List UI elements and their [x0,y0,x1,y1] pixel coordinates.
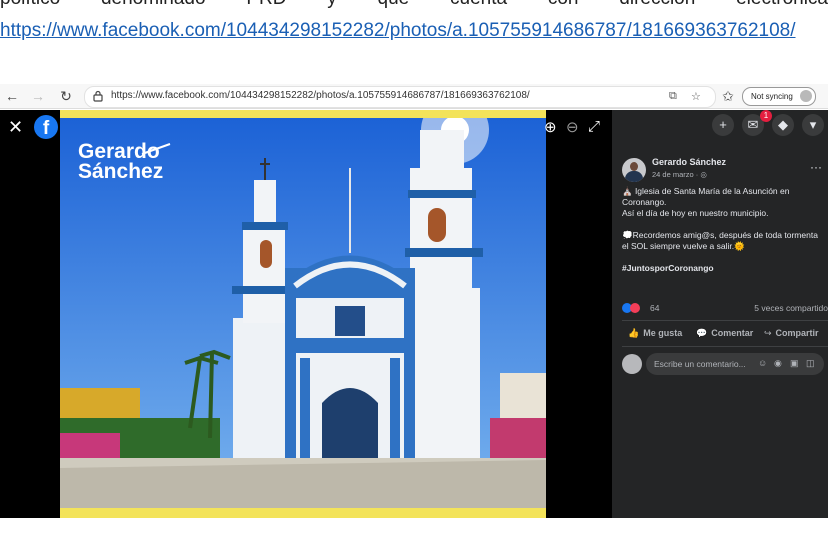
divider [622,346,828,347]
facebook-photo-link[interactable]: https://www.facebook.com/104434298152282… [0,20,796,42]
gif-icon[interactable]: ▣ [790,358,799,369]
doc-word: electrónica [736,0,828,8]
forward-arrow-icon[interactable]: → [30,88,46,104]
post-line: ⛪ Iglesia de Santa María de la Asunción … [622,186,790,207]
church-illustration: Gerardo Sánchez [60,118,546,508]
comment-input[interactable] [654,356,754,371]
fullscreen-icon[interactable]: ⤢ [588,118,600,135]
comment-button[interactable]: 💬 Comentar [696,328,753,339]
reactions-bar: 64 5 veces compartido [622,302,828,316]
create-plus-icon[interactable]: + [712,114,734,136]
photo-viewer: ✕ f Gerardo Sánchez ⊕ ⊖ ⤢ [0,110,612,518]
speech-bubble-icon: 💬 [696,328,708,338]
post-date[interactable]: 24 de marzo · ◎ [652,170,707,179]
doc-word: denominado [101,0,206,8]
messenger-badge: 1 [760,110,772,122]
notifications-bell-icon[interactable]: ◆ [772,114,794,136]
divider [622,320,828,321]
hashtag-link[interactable]: #JuntosporCoronango [622,263,822,274]
profile-avatar-icon [800,90,812,102]
reload-icon[interactable]: ↻ [58,88,74,104]
doc-word: con [548,0,579,8]
zoom-in-icon[interactable]: ⊕ [544,118,557,136]
account-menu-chevron-icon[interactable]: ▾ [802,114,824,136]
share-arrow-icon: ↪ [764,328,772,338]
zoom-out-icon[interactable]: ⊖ [566,118,579,136]
back-arrow-icon[interactable]: ← [4,88,20,104]
sync-label: Not syncing [751,92,793,101]
document-text-line: político denominado PRD y que cuenta con… [0,0,828,8]
favorite-star-icon[interactable]: ☆ [691,90,701,103]
photo-overlay-line2: Sánchez [78,160,163,183]
lock-icon [93,90,103,102]
post-side-panel: + ✉ 1 ◆ ▾ Gerardo Sánchez 24 de marzo · … [612,110,828,518]
doc-word: dirección [619,0,695,8]
url-text[interactable]: https://www.facebook.com/104434298152282… [111,90,530,101]
share-count[interactable]: 5 veces compartido [754,303,828,313]
comment-box[interactable]: ☺ ◉ ▣ ◫ [646,353,824,375]
browser-toolbar: ← → ↻ https://www.facebook.com/104434298… [0,84,828,109]
doc-word: que [378,0,410,8]
post-author-name[interactable]: Gerardo Sánchez [652,157,726,167]
globe-icon: ◎ [700,170,707,179]
doc-word: y [327,0,337,8]
doc-word: político [0,0,60,8]
thumbs-up-icon: 👍 [628,328,640,338]
camera-icon[interactable]: ◉ [774,358,782,369]
commenter-avatar [622,354,642,374]
close-icon[interactable]: ✕ [8,118,23,136]
sticker-icon[interactable]: ◫ [806,358,815,369]
post-text: ⛪ Iglesia de Santa María de la Asunción … [622,186,822,274]
doc-word: cuenta [450,0,507,8]
more-options-icon[interactable]: ··· [810,160,822,174]
emoji-icon[interactable]: ☺ [758,358,767,368]
post-line: 💭Recordemos amig@s, después de toda torm… [622,230,818,251]
read-aloud-icon[interactable]: ⧉ [669,90,677,103]
reaction-count[interactable]: 64 [650,303,659,313]
favorites-icon[interactable]: ✩ [720,88,736,104]
share-button[interactable]: ↪ Compartir [764,328,819,339]
post-line: Así el día de hoy en nuestro municipio. [622,208,769,218]
doc-word: PRD [246,0,286,8]
church-photo: Gerardo Sánchez [60,110,546,518]
profile-sync-button[interactable]: Not syncing [742,87,816,106]
author-avatar[interactable] [622,158,646,182]
address-bar[interactable]: https://www.facebook.com/104434298152282… [84,86,716,108]
love-reaction-icon[interactable] [630,303,640,313]
facebook-logo-icon[interactable]: f [34,115,58,139]
like-button[interactable]: 👍 Me gusta [628,328,682,339]
